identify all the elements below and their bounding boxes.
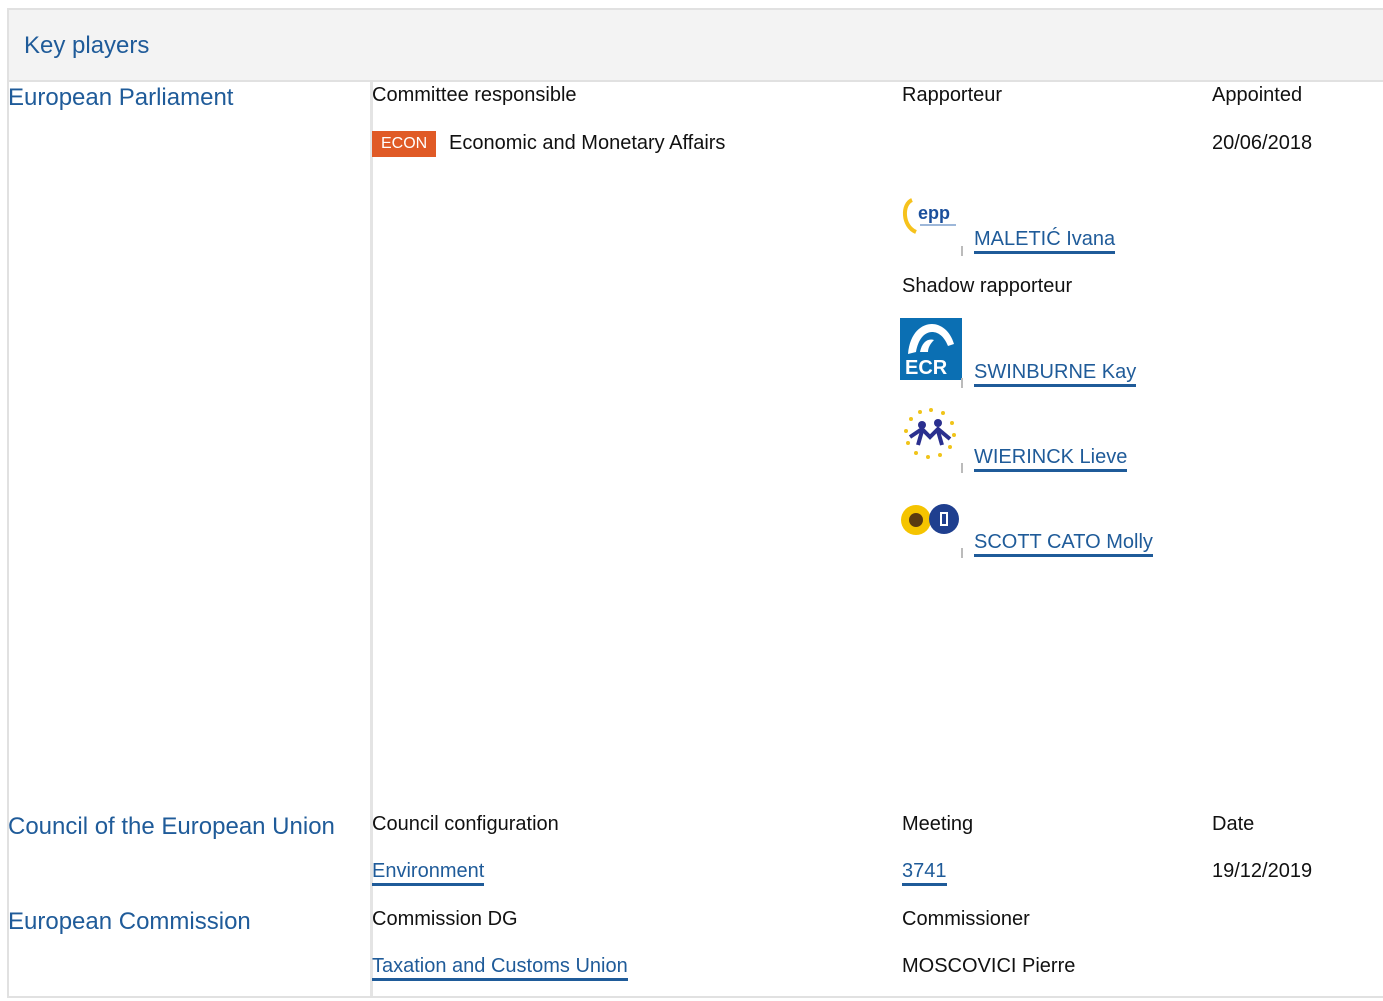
epp-logo-icon: epp <box>900 186 962 248</box>
commission-dg-link[interactable]: Taxation and Customs Union <box>372 955 628 981</box>
committee-badge[interactable]: ECON <box>372 131 437 157</box>
svg-text:ECR: ECR <box>905 357 948 379</box>
council-date: 19/12/2019 <box>1212 860 1313 882</box>
icon-tick <box>961 378 963 388</box>
col-header-council-config: Council configuration <box>372 813 559 835</box>
rapporteur-link[interactable]: MALETIĆ Ivana <box>974 228 1116 254</box>
section-title-commission: European Commission <box>8 908 251 935</box>
panel-header: Key players <box>9 10 1383 82</box>
greens-efa-logo-icon <box>900 488 962 550</box>
col-header-commissioner: Commissioner <box>902 908 1030 930</box>
col-header-meeting: Meeting <box>902 813 974 835</box>
institution-label-column <box>9 82 370 996</box>
committee-name: Economic and Monetary Affairs <box>449 132 726 154</box>
council-config-link[interactable]: Environment <box>372 860 485 886</box>
meeting-link[interactable]: 3741 <box>902 860 947 886</box>
icon-tick <box>961 548 963 558</box>
col-header-date: Date <box>1212 813 1255 835</box>
ecr-logo-icon: ECR <box>900 318 962 380</box>
shadow-link-swinburne[interactable]: SWINBURNE Kay <box>974 361 1137 387</box>
section-title-council: Council of the European Union <box>8 813 335 840</box>
col-header-commission-dg: Commission DG <box>372 908 518 930</box>
shadow-link-wierinck[interactable]: WIERINCK Lieve <box>974 446 1128 472</box>
panel-title: Key players <box>24 32 150 59</box>
col-header-rapporteur: Rapporteur <box>902 84 1003 106</box>
col-header-appointed: Appointed <box>1212 84 1303 106</box>
section-title-parliament: European Parliament <box>8 84 234 111</box>
key-players-panel: Key players <box>7 8 1383 998</box>
svg-text:epp: epp <box>918 203 950 223</box>
commissioner-name: MOSCOVICI Pierre <box>902 955 1076 977</box>
shadow-rapporteur-label: Shadow rapporteur <box>902 275 1073 297</box>
column-divider <box>370 82 373 996</box>
icon-tick <box>961 246 963 256</box>
col-header-committee: Committee responsible <box>372 84 577 106</box>
shadow-link-scott-cato[interactable]: SCOTT CATO Molly <box>974 531 1153 557</box>
icon-tick <box>961 463 963 473</box>
alde-logo-icon <box>900 403 962 465</box>
appointed-date: 20/06/2018 <box>1212 132 1313 154</box>
